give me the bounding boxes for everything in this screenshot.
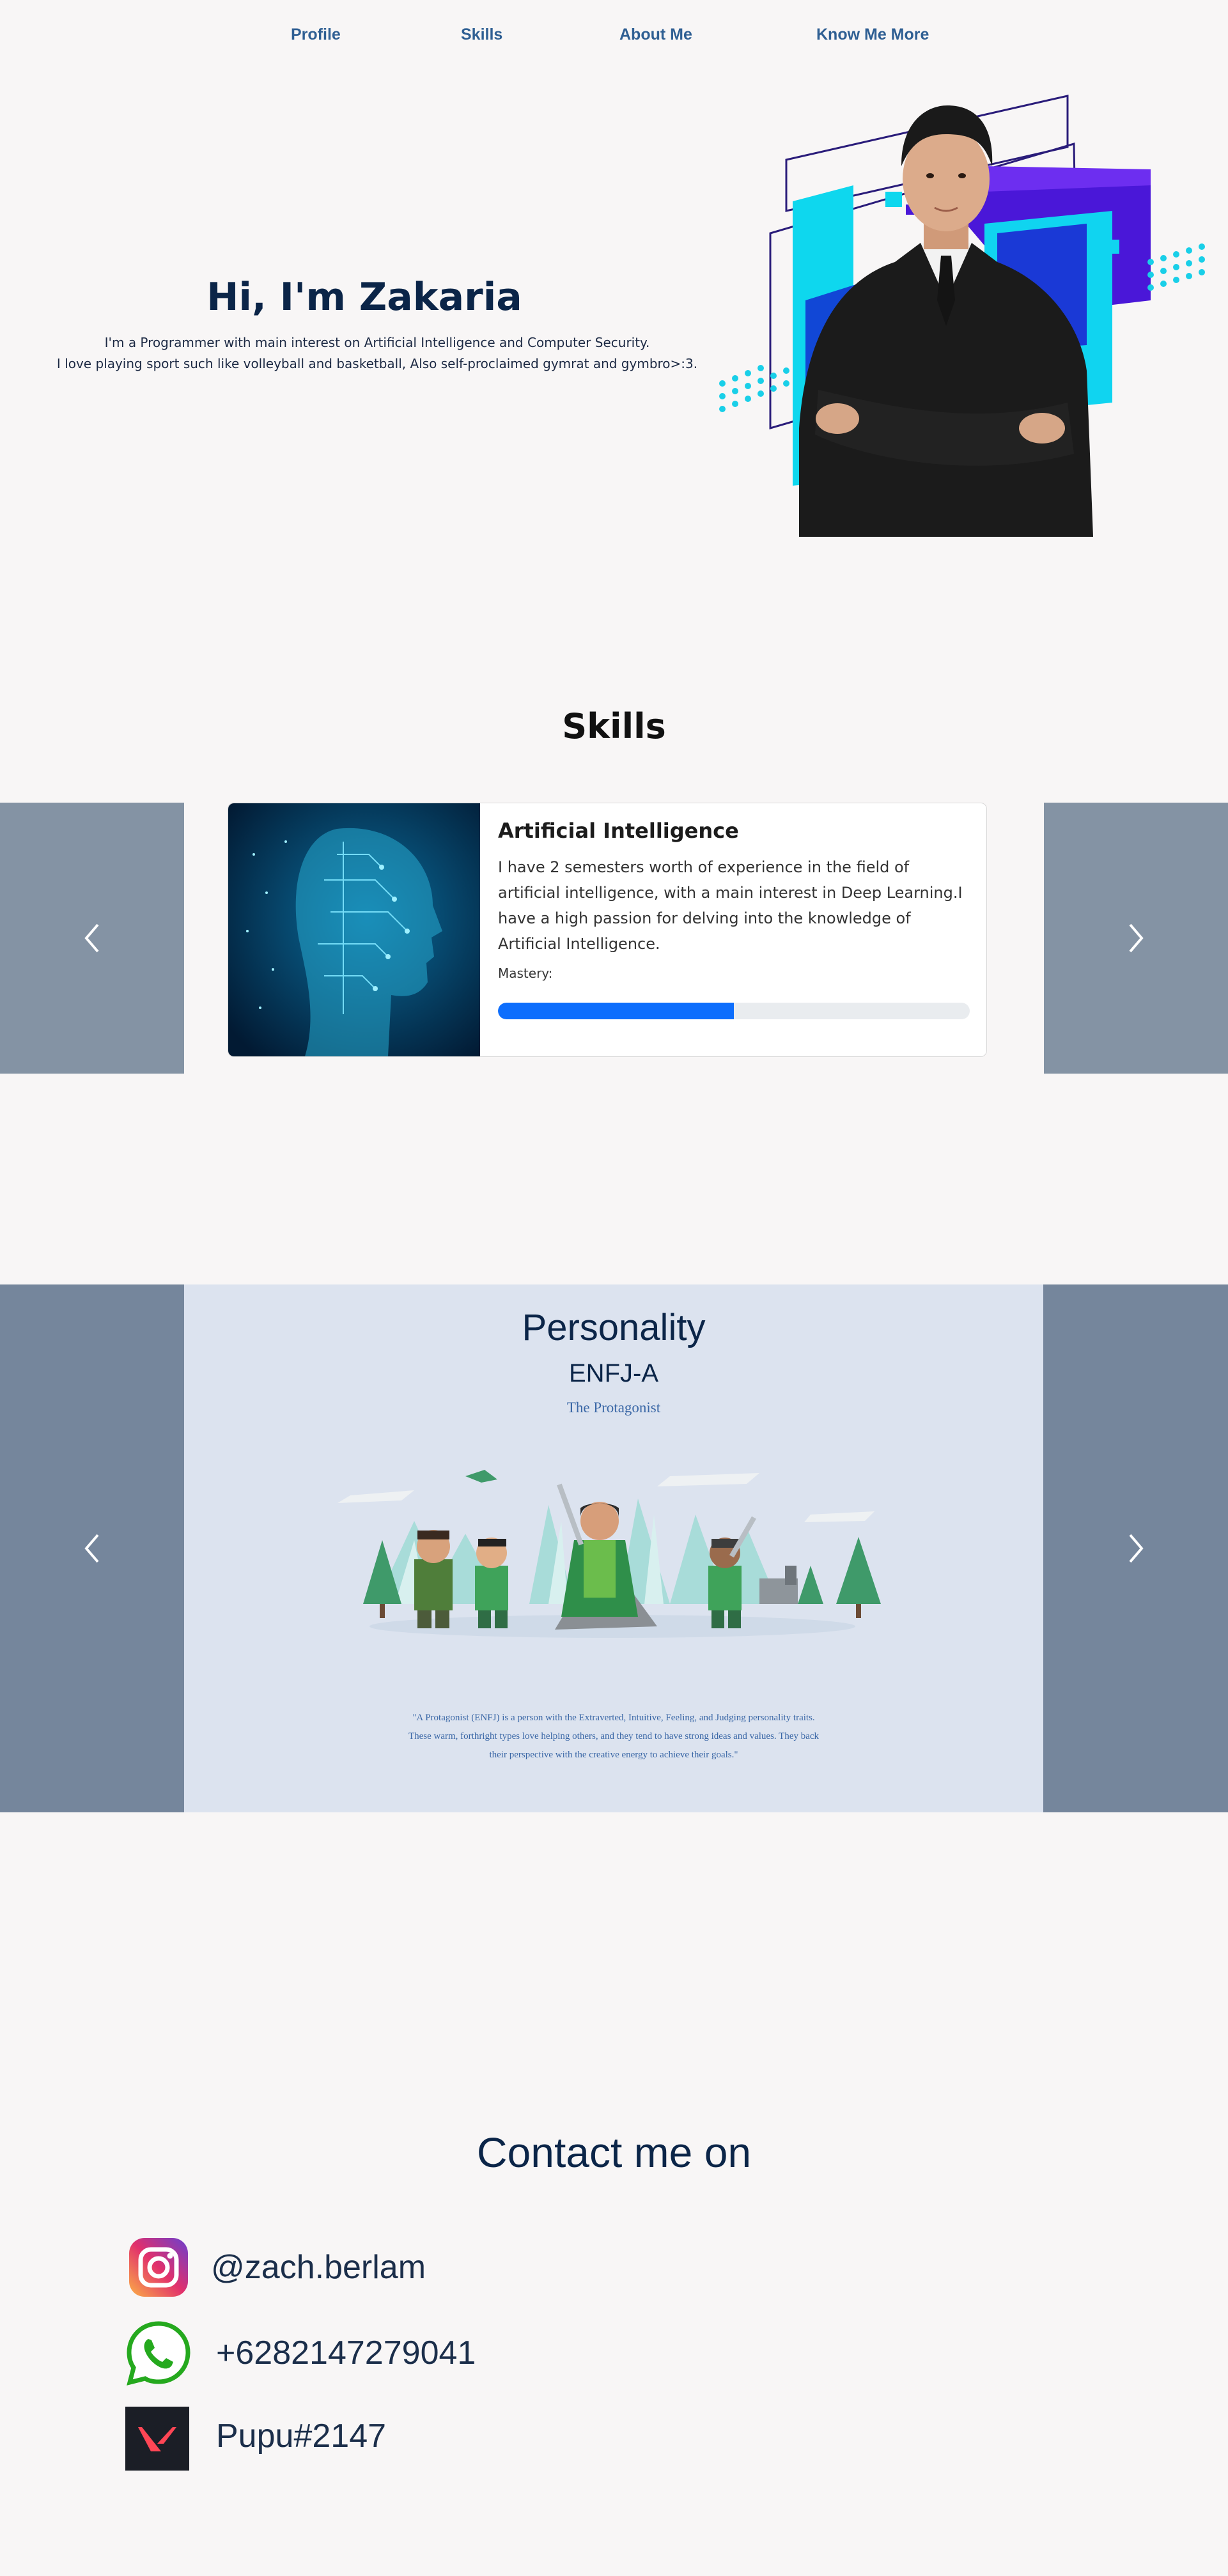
protagonist-illustration xyxy=(338,1470,881,1638)
chevron-right-icon xyxy=(1129,923,1144,953)
contact-valorant[interactable]: Pupu#2147 xyxy=(125,2407,458,2471)
contact-heading: Contact me on xyxy=(476,2129,752,2176)
nav-link-know-me-more[interactable]: Know Me More xyxy=(816,26,929,44)
nav-link-about-me[interactable]: About Me xyxy=(619,26,692,44)
nav-link-profile[interactable]: Profile xyxy=(291,26,341,44)
valorant-id: Pupu#2147 xyxy=(216,2418,387,2455)
mastery-progress-bar xyxy=(498,1003,970,1019)
whatsapp-number: +6282147279041 xyxy=(216,2334,476,2372)
mastery-progress-fill xyxy=(498,1003,734,1019)
hero-portrait-image xyxy=(719,95,1205,537)
nav-link-skills[interactable]: Skills xyxy=(461,26,502,44)
instagram-handle: @zach.berlam xyxy=(211,2249,426,2286)
personality-slide: Personality ENFJ-A The Protagonist "A Pr… xyxy=(184,1284,1043,1812)
hero-description: I'm a Programmer with main interest on A… xyxy=(0,332,754,374)
skills-carousel-prev-button[interactable] xyxy=(0,803,184,1074)
personality-subtitle: The Protagonist xyxy=(566,1400,661,1415)
personality-heading: Personality xyxy=(522,1307,706,1348)
chevron-right-icon xyxy=(1129,1534,1144,1563)
top-nav: Profile Skills About Me Know Me More xyxy=(0,0,1228,70)
contact-instagram[interactable]: @zach.berlam xyxy=(125,2237,509,2301)
ai-brain-image xyxy=(228,803,480,1056)
valorant-icon xyxy=(125,2407,189,2471)
hero-line-2: I love playing sport such like volleybal… xyxy=(56,356,698,371)
personality-quote: "A Protagonist (ENFJ) is a person with t… xyxy=(408,1713,820,1760)
skill-card: Artificial Intelligence I have 2 semeste… xyxy=(228,803,987,1057)
instagram-icon xyxy=(129,2238,188,2297)
skills-carousel-next-button[interactable] xyxy=(1044,803,1228,1074)
personality-carousel: Personality ENFJ-A The Protagonist "A Pr… xyxy=(0,1284,1228,1812)
hero-title: Hi, I'm Zakaria xyxy=(206,275,522,320)
hero-line-1: I'm a Programmer with main interest on A… xyxy=(104,335,650,350)
skill-card-title: Artificial Intelligence xyxy=(498,819,739,843)
personality-carousel-prev-button[interactable] xyxy=(0,1284,184,1812)
personality-type: ENFJ-A xyxy=(569,1359,658,1387)
personality-carousel-next-button[interactable] xyxy=(1044,1284,1228,1812)
chevron-left-icon xyxy=(84,1534,99,1563)
contact-whatsapp[interactable]: +6282147279041 xyxy=(125,2320,534,2386)
whatsapp-icon xyxy=(127,2321,190,2386)
skills-heading: Skills xyxy=(562,706,666,746)
skill-card-description: I have 2 semesters worth of experience i… xyxy=(498,858,963,953)
chevron-left-icon xyxy=(84,923,99,953)
mastery-label: Mastery: xyxy=(498,966,553,981)
